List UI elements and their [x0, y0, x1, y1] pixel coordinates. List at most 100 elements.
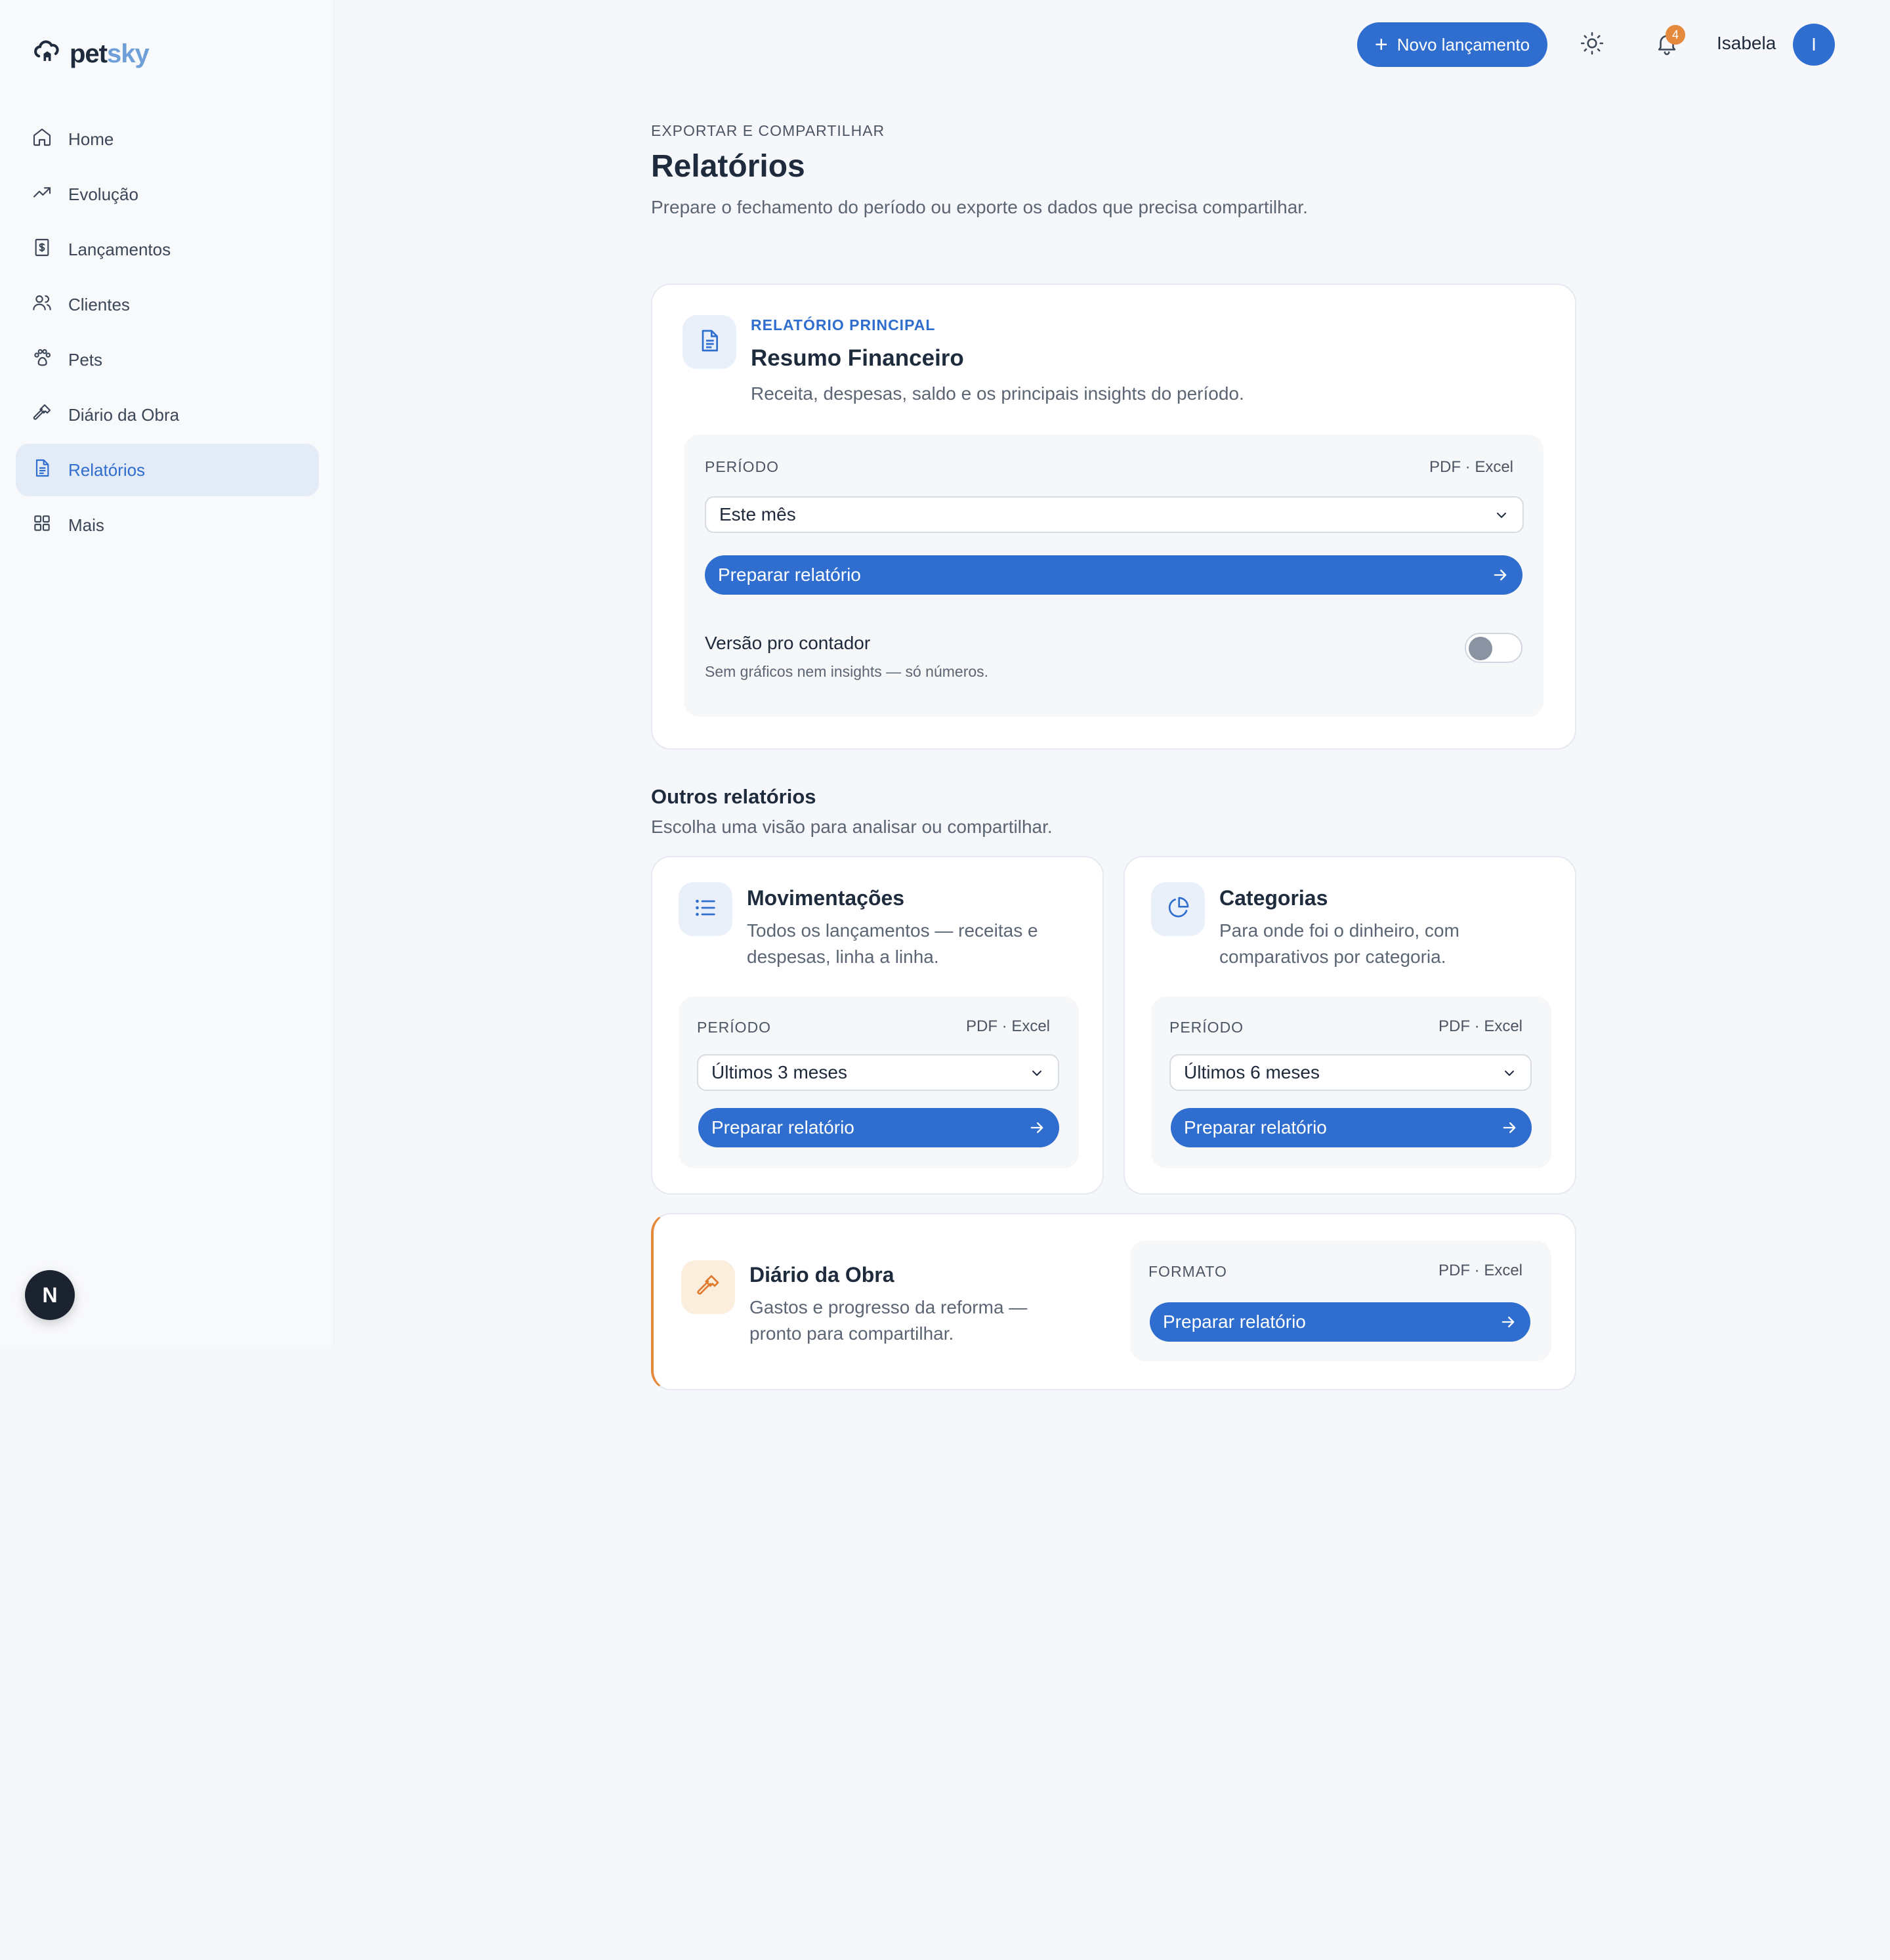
categorias-report-card: Categorias Para onde foi o dinheiro, com…	[1124, 856, 1576, 1195]
sidebar-item-label: Lançamentos	[68, 239, 171, 259]
period-select[interactable]: Últimos 3 meses	[697, 1054, 1059, 1091]
diario-obra-options-panel: FORMATO PDF · Excel Preparar relatório	[1130, 1241, 1551, 1361]
prepare-report-label: Preparar relatório	[1163, 1311, 1306, 1332]
sidebar-item-label: Relatórios	[68, 459, 146, 480]
chevron-down-icon	[1502, 1065, 1517, 1080]
movimentacoes-icon-box	[679, 882, 732, 936]
list-icon	[692, 895, 719, 924]
formats-label: PDF · Excel	[1429, 458, 1513, 476]
main-report-options-panel: PERÍODO PDF · Excel Este mês Preparar re…	[684, 435, 1544, 717]
sidebar-item-label: Home	[68, 129, 114, 149]
main-report-title: Resumo Financeiro	[751, 345, 964, 371]
prepare-report-button[interactable]: Preparar relatório	[1171, 1108, 1532, 1147]
prepare-report-button[interactable]: Preparar relatório	[705, 555, 1522, 595]
hammer-icon	[32, 402, 52, 428]
sidebar-item-relatorios[interactable]: Relatórios	[16, 444, 319, 496]
period-select-value: Últimos 6 meses	[1184, 1062, 1320, 1082]
categorias-icon-box	[1151, 882, 1205, 936]
dev-tools-badge[interactable]: N	[25, 1270, 75, 1320]
main-report-eyebrow: RELATÓRIO PRINCIPAL	[751, 316, 936, 333]
sidebar-nav: Home Evolução Lançamentos Clientes Pets …	[16, 113, 319, 554]
sidebar-item-label: Evolução	[68, 184, 138, 204]
chevron-down-icon	[1029, 1065, 1045, 1080]
formats-label: PDF · Excel	[1438, 1262, 1522, 1279]
paw-icon	[32, 347, 52, 373]
period-select[interactable]: Últimos 6 meses	[1169, 1054, 1532, 1091]
user-name[interactable]: Isabela	[1717, 33, 1776, 54]
hammer-icon	[695, 1273, 721, 1302]
page-eyebrow: EXPORTAR E COMPARTILHAR	[651, 122, 885, 139]
diario-obra-title: Diário da Obra	[749, 1263, 894, 1287]
categorias-description: Para onde foi o dinheiro, com comparativ…	[1219, 920, 1460, 967]
new-entry-label: Novo lançamento	[1396, 34, 1530, 54]
accountant-version-title: Versão pro contador	[705, 633, 871, 653]
file-text-icon	[32, 458, 52, 483]
arrow-right-icon	[1028, 1118, 1046, 1137]
page-title: Relatórios	[651, 149, 805, 184]
diario-obra-report-card: Diário da Obra Gastos e progresso da ref…	[651, 1213, 1576, 1390]
period-label: PERÍODO	[1169, 1019, 1244, 1036]
sidebar: petsky Home Evolução Lançamentos Cliente…	[0, 0, 335, 1346]
plus-icon: +	[1374, 32, 1388, 57]
period-select[interactable]: Este mês	[705, 496, 1524, 533]
sidebar-item-label: Clientes	[68, 294, 130, 314]
toggle-knob	[1469, 637, 1492, 660]
movimentacoes-options-panel: PERÍODO PDF · Excel Últimos 3 meses Prep…	[679, 996, 1079, 1168]
main-report-icon-box	[682, 315, 736, 369]
prepare-report-button[interactable]: Preparar relatório	[1150, 1302, 1530, 1342]
main-report-description: Receita, despesas, saldo e os principais…	[751, 383, 1244, 404]
sidebar-item-lancamentos[interactable]: Lançamentos	[16, 223, 319, 276]
sidebar-item-home[interactable]: Home	[16, 113, 319, 165]
diario-obra-description: Gastos e progresso da reforma — pronto p…	[749, 1297, 1028, 1344]
sidebar-item-clientes[interactable]: Clientes	[16, 278, 319, 331]
formats-label: PDF · Excel	[1438, 1017, 1522, 1035]
main-report-card: RELATÓRIO PRINCIPAL Resumo Financeiro Re…	[651, 284, 1576, 750]
avatar[interactable]: I	[1793, 24, 1835, 66]
sun-icon	[1580, 31, 1605, 59]
prepare-report-label: Preparar relatório	[1184, 1117, 1327, 1138]
brand-logo[interactable]: petsky	[33, 38, 150, 70]
diario-obra-icon-box	[681, 1260, 735, 1314]
sidebar-item-pets[interactable]: Pets	[16, 333, 319, 386]
movimentacoes-title: Movimentações	[747, 886, 905, 910]
accountant-version-toggle[interactable]	[1465, 633, 1522, 663]
sidebar-item-mais[interactable]: Mais	[16, 499, 319, 551]
period-select-value: Últimos 3 meses	[711, 1062, 847, 1082]
paw-cloud-icon	[33, 38, 62, 70]
sidebar-item-label: Mais	[68, 515, 104, 535]
sidebar-item-label: Diário da Obra	[68, 404, 180, 425]
receipt-icon	[32, 237, 52, 263]
trending-up-icon	[32, 182, 52, 207]
sidebar-item-evolucao[interactable]: Evolução	[16, 168, 319, 221]
other-reports-title: Outros relatórios	[651, 785, 816, 808]
movimentacoes-description: Todos os lançamentos — receitas e despes…	[747, 920, 1038, 967]
arrow-right-icon	[1500, 1118, 1519, 1137]
notification-count-badge: 4	[1666, 25, 1685, 45]
arrow-right-icon	[1491, 566, 1509, 584]
formats-label: PDF · Excel	[965, 1017, 1050, 1035]
period-label: PERÍODO	[705, 458, 780, 475]
home-icon	[32, 127, 52, 152]
chevron-down-icon	[1494, 507, 1509, 522]
prepare-report-label: Preparar relatório	[718, 565, 861, 585]
categorias-title: Categorias	[1219, 886, 1328, 910]
movimentacoes-report-card: Movimentações Todos os lançamentos — rec…	[651, 856, 1104, 1195]
brand-name: petsky	[70, 39, 150, 68]
format-label: FORMATO	[1148, 1263, 1227, 1280]
file-text-icon	[696, 328, 723, 357]
sidebar-item-diario-da-obra[interactable]: Diário da Obra	[16, 389, 319, 441]
prepare-report-label: Preparar relatório	[711, 1117, 854, 1138]
period-label: PERÍODO	[697, 1019, 772, 1036]
prepare-report-button[interactable]: Preparar relatório	[698, 1108, 1059, 1147]
other-reports-subtitle: Escolha uma visão para analisar ou compa…	[651, 817, 1053, 837]
pie-chart-icon	[1165, 895, 1191, 924]
categorias-options-panel: PERÍODO PDF · Excel Últimos 6 meses Prep…	[1151, 996, 1551, 1168]
theme-toggle-button[interactable]	[1571, 24, 1613, 66]
accountant-version-description: Sem gráficos nem insights — só números.	[705, 663, 989, 680]
sidebar-item-label: Pets	[68, 349, 103, 370]
new-entry-button[interactable]: + Novo lançamento	[1357, 22, 1547, 67]
users-icon	[32, 292, 52, 318]
arrow-right-icon	[1499, 1313, 1517, 1331]
period-select-value: Este mês	[719, 504, 796, 524]
grid-icon	[32, 513, 52, 538]
